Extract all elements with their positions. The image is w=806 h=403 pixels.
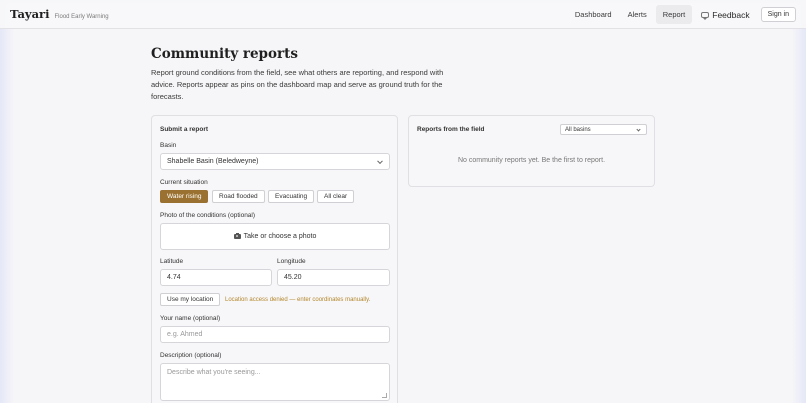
submit-report-card: Submit a report Basin Shabelle Basin (Be…	[151, 115, 398, 403]
basin-filter-select[interactable]: All basins	[560, 124, 647, 135]
latitude-label: Latitude	[160, 258, 184, 265]
location-warning: Location access denied — enter coordinat…	[225, 297, 371, 303]
brand[interactable]: Tayari Flood Early Warning	[10, 7, 109, 21]
page-intro: Report ground conditions from the field,…	[151, 68, 444, 101]
photo-picker-label: Take or choose a photo	[243, 233, 317, 240]
nav-dashboard[interactable]: Dashboard	[568, 5, 619, 24]
camera-icon	[233, 233, 241, 239]
nav-alerts[interactable]: Alerts	[621, 5, 654, 24]
field-reports-heading: Reports from the field	[417, 126, 485, 133]
name-label: Your name (optional)	[160, 315, 221, 322]
chevron-down-icon	[636, 126, 641, 132]
nav-report[interactable]: Report	[655, 5, 693, 24]
basin-select[interactable]: Shabelle Basin (Beledweyne)	[160, 153, 390, 170]
top-header: Tayari Flood Early Warning Dashboard Ale…	[0, 0, 806, 29]
basin-select-value: Shabelle Basin (Beledweyne)	[167, 158, 259, 165]
brand-name: Tayari	[10, 7, 50, 21]
chat-icon	[701, 11, 710, 20]
page-title: Community reports	[151, 46, 298, 62]
longitude-label: Longitude	[277, 258, 306, 265]
basin-label: Basin	[160, 142, 177, 149]
description-placeholder: Describe what you're seeing...	[167, 369, 261, 376]
description-label: Description (optional)	[160, 352, 222, 359]
page-background	[0, 0, 806, 403]
name-input[interactable]: e.g. Ahmed	[160, 326, 390, 343]
situation-all-clear[interactable]: All clear	[317, 190, 355, 203]
basin-filter-value: All basins	[565, 126, 591, 133]
longitude-input[interactable]: 45.20	[277, 269, 390, 286]
situation-water-rising[interactable]: Water rising	[160, 190, 209, 203]
feedback-link[interactable]: Feedback	[695, 6, 755, 24]
description-textarea[interactable]: Describe what you're seeing...	[160, 363, 390, 401]
sign-in-button[interactable]: Sign in	[760, 7, 796, 22]
submit-report-heading: Submit a report	[160, 126, 209, 133]
use-my-location-button[interactable]: Use my location	[160, 293, 221, 306]
brand-tagline: Flood Early Warning	[54, 14, 109, 20]
empty-reports-message: No community reports yet. Be the first t…	[457, 157, 606, 164]
main-nav: Dashboard Alerts Report Feedback Sign in	[566, 5, 796, 24]
photo-label: Photo of the conditions (optional)	[160, 212, 256, 219]
feedback-label: Feedback	[712, 9, 750, 20]
situation-evacuating[interactable]: Evacuating	[268, 190, 315, 203]
situation-road-flooded[interactable]: Road flooded	[212, 190, 265, 203]
field-reports-card: Reports from the field All basins No com…	[408, 115, 655, 187]
chevron-down-icon	[377, 157, 383, 164]
situation-label: Current situation	[160, 179, 208, 186]
latitude-input[interactable]: 4.74	[160, 269, 272, 286]
photo-picker-button[interactable]: Take or choose a photo	[160, 223, 390, 250]
resize-handle-icon[interactable]	[382, 393, 387, 398]
